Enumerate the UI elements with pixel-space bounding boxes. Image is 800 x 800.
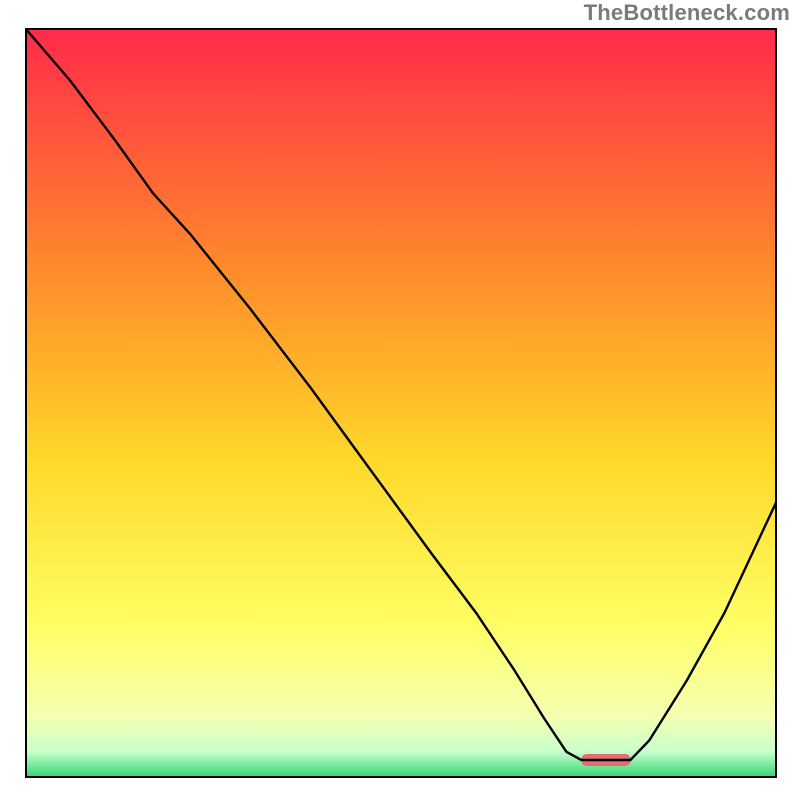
chart-frame: TheBottleneck.com: [0, 0, 800, 800]
plot-svg: [25, 28, 777, 778]
watermark-text: TheBottleneck.com: [584, 0, 790, 26]
plot-background: [25, 28, 777, 778]
